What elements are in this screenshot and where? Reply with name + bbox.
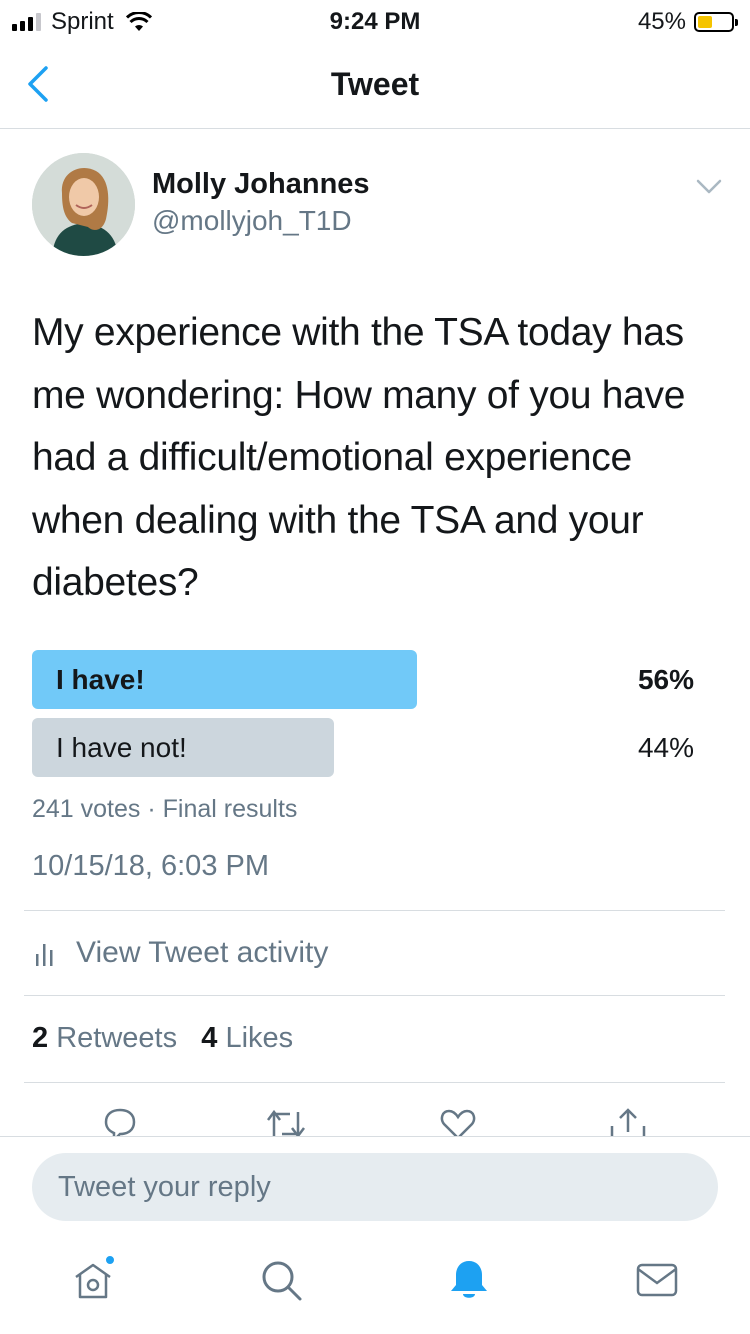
retweets-count: 2 <box>32 1022 49 1054</box>
status-right: 45% <box>637 8 738 36</box>
divider <box>24 910 725 911</box>
retweets-label: Retweets <box>56 1022 178 1054</box>
tweet-actions <box>0 1100 750 1136</box>
author-handle[interactable]: @mollyjoh_T1D <box>152 205 352 237</box>
share-icon[interactable] <box>606 1102 650 1136</box>
view-activity-link[interactable]: View Tweet activity <box>32 936 328 970</box>
avatar[interactable] <box>32 153 135 256</box>
chevron-down-icon[interactable] <box>696 178 722 196</box>
tweet-text: My experience with the TSA today has me … <box>32 311 686 604</box>
divider <box>24 1082 725 1083</box>
battery-level <box>698 16 713 28</box>
new-content-dot <box>104 1254 116 1266</box>
poll-option-label: I have not! <box>56 731 187 763</box>
poll-option-label: I have! <box>56 663 145 695</box>
view-activity-label: View Tweet activity <box>76 936 329 969</box>
poll-option-bar: I have not! <box>32 718 334 777</box>
reply-area: Tweet your reply <box>0 1136 750 1334</box>
author-name[interactable]: Molly Johannes <box>152 168 370 201</box>
status-bar: Sprint 9:24 PM 45% <box>0 0 750 40</box>
like-icon[interactable] <box>436 1102 480 1136</box>
avatar-image <box>32 153 135 256</box>
retweets-stat[interactable]: 2 Retweets <box>32 1022 177 1054</box>
likes-count: 4 <box>201 1022 218 1054</box>
page-title: Tweet <box>330 66 420 102</box>
retweet-icon[interactable] <box>264 1102 308 1136</box>
likes-stat[interactable]: 4 Likes <box>201 1022 293 1054</box>
poll-meta: 241 votes · Final results <box>32 795 298 823</box>
search-icon[interactable] <box>258 1257 304 1303</box>
divider <box>24 995 725 996</box>
poll-option-percent: 44% <box>637 732 694 763</box>
messages-icon[interactable] <box>634 1257 680 1303</box>
battery-icon <box>694 12 738 32</box>
reply-input[interactable]: Tweet your reply <box>32 1153 718 1221</box>
notifications-icon[interactable] <box>446 1257 492 1303</box>
battery-percent: 45% <box>637 8 686 35</box>
poll-option-bar: I have! <box>32 650 417 709</box>
engagement-stats: 2 Retweets 4 Likes <box>32 1022 293 1055</box>
tweet-timestamp: 10/15/18, 6:03 PM <box>32 850 269 882</box>
bar-chart-icon <box>36 944 53 966</box>
nav-bar: Tweet <box>0 40 750 129</box>
likes-label: Likes <box>225 1022 294 1054</box>
reply-icon[interactable] <box>98 1102 142 1136</box>
poll-option-percent: 56% <box>637 664 694 695</box>
